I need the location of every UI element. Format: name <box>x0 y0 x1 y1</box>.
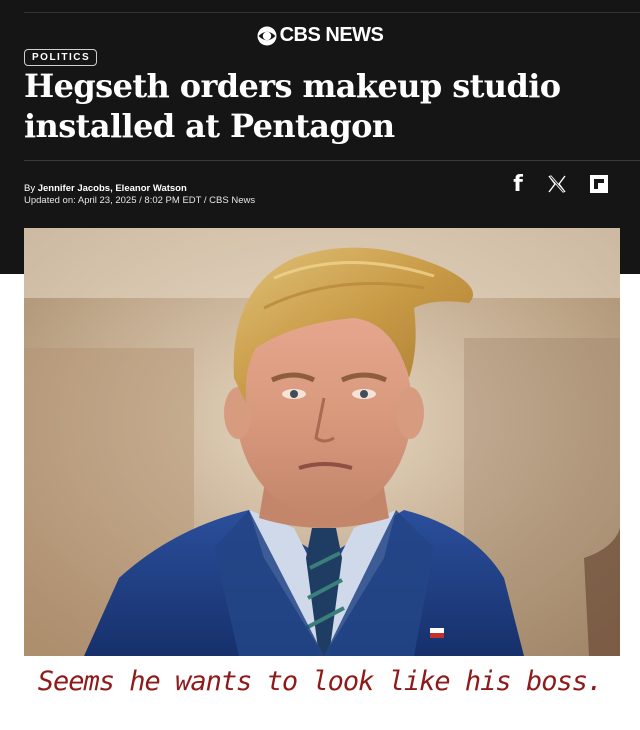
article-photo <box>24 228 620 656</box>
facebook-icon: f <box>513 171 523 197</box>
x-icon <box>548 175 566 193</box>
byline: By Jennifer Jacobs, Eleanor Watson <box>24 183 187 195</box>
flipboard-icon <box>590 175 608 193</box>
cbs-news-logo[interactable]: CBS NEWS <box>0 24 640 47</box>
byline-authors[interactable]: Jennifer Jacobs, Eleanor Watson <box>38 183 187 194</box>
brand-name: CBS NEWS <box>279 24 384 46</box>
portrait-image <box>24 228 620 656</box>
meme-caption: Seems he wants to look like his boss. <box>37 666 603 697</box>
updated-timestamp: Updated on: April 23, 2025 / 8:02 PM EDT… <box>24 195 256 206</box>
top-divider <box>24 12 640 13</box>
byline-prefix: By <box>24 183 36 194</box>
x-share-button[interactable] <box>546 172 568 196</box>
facebook-share-button[interactable]: f <box>508 171 528 197</box>
flipboard-share-button[interactable] <box>588 172 610 196</box>
page-title: Hegseth orders makeup studio installed a… <box>24 67 561 145</box>
cbs-eye-icon <box>257 26 277 45</box>
category-badge[interactable]: POLITICS <box>24 49 98 66</box>
header-divider <box>24 160 640 161</box>
